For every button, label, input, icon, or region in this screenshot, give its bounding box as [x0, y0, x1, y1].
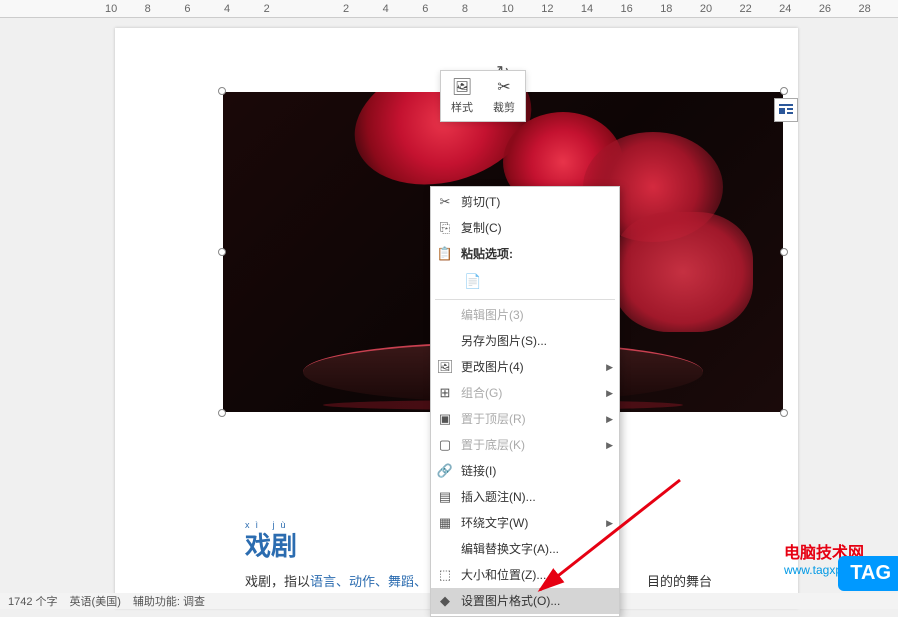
submenu-arrow-icon: ▶	[606, 358, 613, 376]
copy-icon: ⎘	[437, 220, 453, 236]
menu-separator	[435, 299, 615, 300]
ruler-mark: 2	[264, 3, 304, 15]
change-picture-icon: 🖼	[437, 359, 453, 375]
layout-options-button[interactable]	[774, 98, 798, 122]
send-back-icon: ▢	[437, 437, 453, 453]
tag-badge: TAG	[838, 556, 898, 591]
submenu-arrow-icon: ▶	[606, 384, 613, 402]
menu-size-position[interactable]: ⬚ 大小和位置(Z)...	[431, 562, 619, 588]
menu-bring-to-front: ▣ 置于顶层(R) ▶	[431, 406, 619, 432]
wrap-text-icon: ▦	[437, 515, 453, 531]
menu-edit-picture: 编辑图片(3)	[431, 302, 619, 328]
horizontal-ruler: 10 8 6 4 2 2 4 6 8 10 12 14 16 18 20 22 …	[0, 0, 898, 18]
ruler-mark: 4	[224, 3, 264, 15]
ruler-mark: 16	[621, 3, 661, 15]
ruler-mark: 6	[422, 3, 462, 15]
crop-icon: ✂	[493, 77, 515, 97]
resize-handle-middle-right[interactable]	[780, 248, 788, 256]
menu-format-picture[interactable]: ◆ 设置图片格式(O)...	[431, 588, 619, 614]
link-icon: 🔗	[437, 463, 453, 479]
menu-insert-caption[interactable]: ▤ 插入题注(N)...	[431, 484, 619, 510]
resize-handle-top-right[interactable]	[780, 87, 788, 95]
picture-mini-toolbar: 🖼 样式 ✂ 裁剪	[440, 70, 526, 122]
paste-icon: 📋	[437, 246, 453, 262]
menu-change-picture[interactable]: 🖼 更改图片(4) ▶	[431, 354, 619, 380]
paste-keep-formatting-button[interactable]: 📄	[461, 269, 485, 293]
caption-icon: ▤	[437, 489, 453, 505]
group-icon: ⊞	[437, 385, 453, 401]
menu-save-as-picture[interactable]: 另存为图片(S)...	[431, 328, 619, 354]
menu-cut[interactable]: ✂ 剪切(T)	[431, 189, 619, 215]
ruler-mark: 2	[343, 3, 383, 15]
ruler-mark: 22	[740, 3, 780, 15]
submenu-arrow-icon: ▶	[606, 436, 613, 454]
ruler-mark: 10	[502, 3, 542, 15]
ruler-mark: 8	[145, 3, 185, 15]
resize-handle-top-left[interactable]	[218, 87, 226, 95]
paste-options-row: 📄	[431, 267, 619, 297]
resize-handle-middle-left[interactable]	[218, 248, 226, 256]
ruler-mark: 20	[700, 3, 740, 15]
submenu-arrow-icon: ▶	[606, 410, 613, 428]
menu-wrap-text[interactable]: ▦ 环绕文字(W) ▶	[431, 510, 619, 536]
hyperlink-text[interactable]: 语言、动作、舞蹈、	[310, 574, 427, 589]
ruler-mark: 24	[779, 3, 819, 15]
document-heading: 戏剧	[245, 531, 297, 561]
accessibility-status[interactable]: 辅助功能: 调查	[133, 593, 205, 609]
resize-handle-bottom-left[interactable]	[218, 409, 226, 417]
ruler-mark: 28	[858, 3, 898, 15]
ruler-mark: 8	[462, 3, 502, 15]
ruler-mark: 14	[581, 3, 621, 15]
picture-context-menu: ✂ 剪切(T) ⎘ 复制(C) 📋 粘贴选项: 📄 编辑图片(3) 另存为图片(…	[430, 186, 620, 617]
ruler-mark: 26	[819, 3, 859, 15]
ruler-mark: 10	[105, 3, 145, 15]
word-count[interactable]: 1742 个字	[8, 593, 58, 609]
menu-link[interactable]: 🔗 链接(I)	[431, 458, 619, 484]
crop-button[interactable]: ✂ 裁剪	[483, 71, 525, 121]
menu-paste-options-label: 📋 粘贴选项:	[431, 241, 619, 267]
resize-handle-bottom-right[interactable]	[780, 409, 788, 417]
submenu-arrow-icon: ▶	[606, 514, 613, 532]
menu-group: ⊞ 组合(G) ▶	[431, 380, 619, 406]
menu-send-to-back: ▢ 置于底层(K) ▶	[431, 432, 619, 458]
format-picture-icon: ◆	[437, 593, 453, 609]
menu-edit-alt-text[interactable]: 编辑替换文字(A)...	[431, 536, 619, 562]
ruler-mark: 6	[184, 3, 224, 15]
cut-icon: ✂	[437, 194, 453, 210]
ruler-mark: 12	[541, 3, 581, 15]
bring-front-icon: ▣	[437, 411, 453, 427]
picture-style-icon: 🖼	[451, 77, 473, 97]
decorative-dancers	[613, 212, 753, 332]
ruler-mark: 4	[383, 3, 423, 15]
language-status[interactable]: 英语(美国)	[70, 593, 121, 609]
menu-copy[interactable]: ⎘ 复制(C)	[431, 215, 619, 241]
picture-style-button[interactable]: 🖼 样式	[441, 71, 483, 121]
size-position-icon: ⬚	[437, 567, 453, 583]
ruler-mark: 18	[660, 3, 700, 15]
